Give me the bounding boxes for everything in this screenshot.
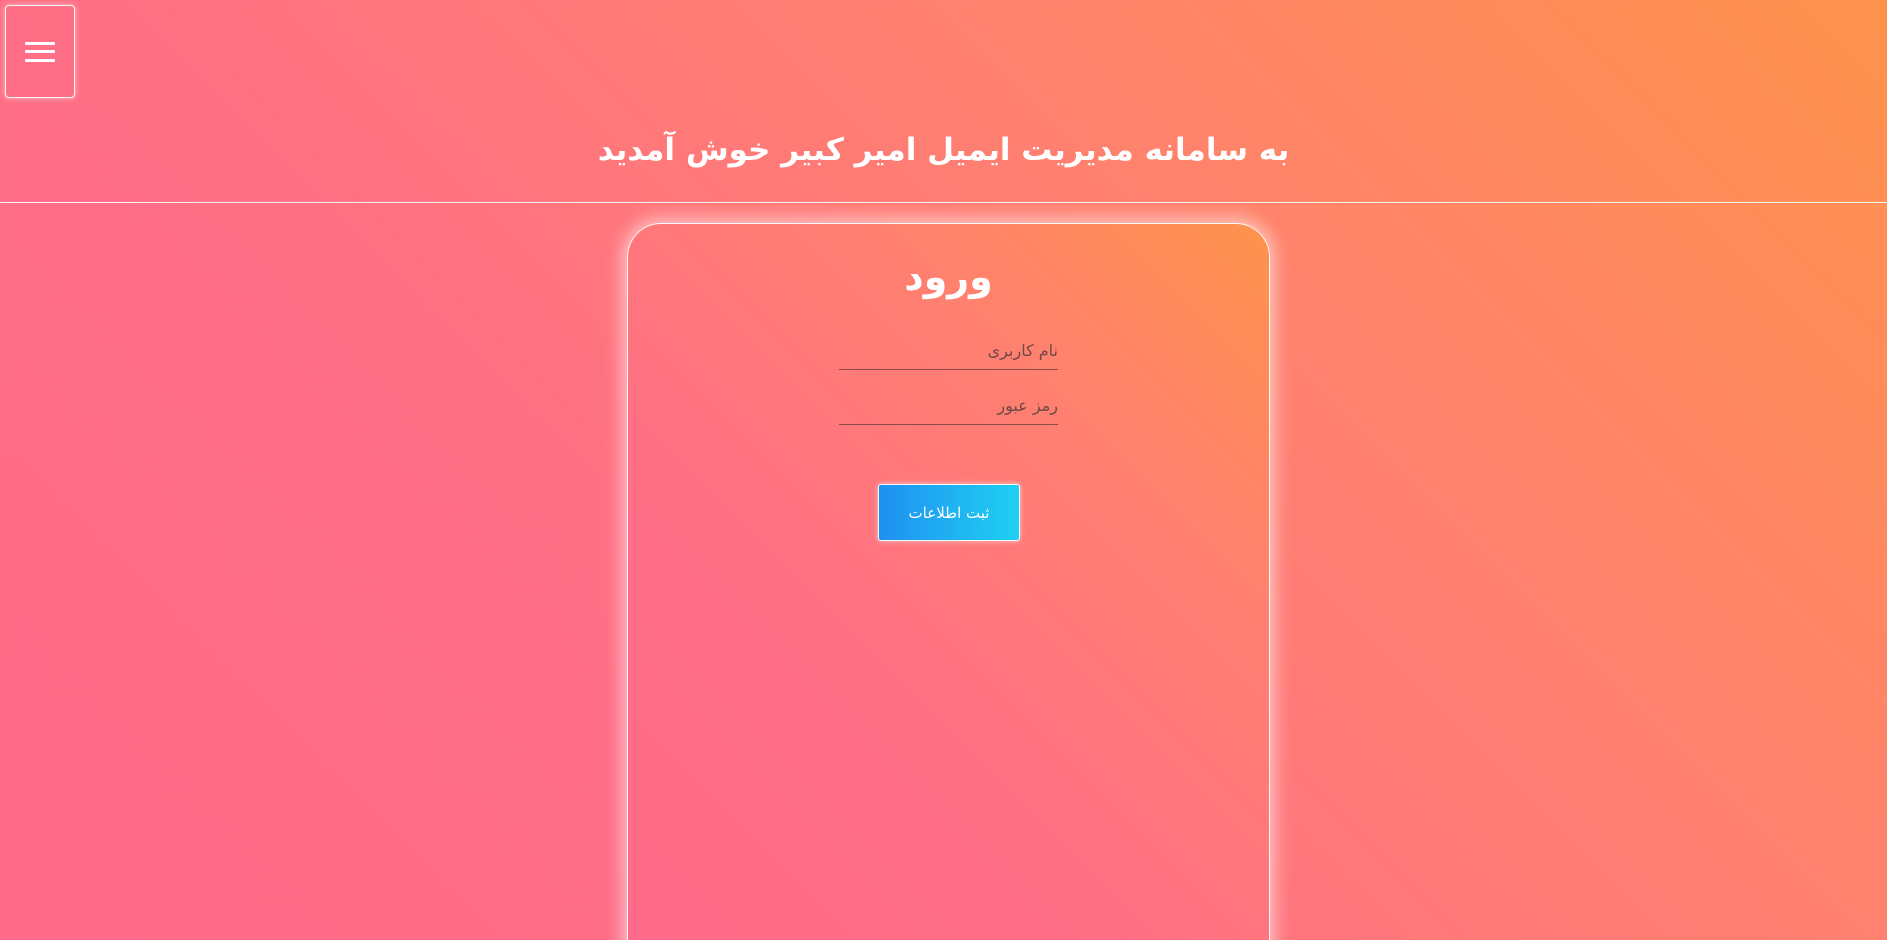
password-field[interactable] [839,391,1058,425]
username-field[interactable] [839,336,1058,370]
login-form: ثبت اطلاعات [628,224,1269,940]
page-title: به سامانه مدیریت ایمیل امیر کبیر خوش آمد… [597,132,1290,168]
submit-button[interactable]: ثبت اطلاعات [878,484,1020,541]
submit-button-label: ثبت اطلاعات [908,503,990,522]
hamburger-menu-icon [25,41,55,62]
header-divider [0,202,1887,203]
menu-button[interactable] [5,5,75,98]
login-card: ورود ثبت اطلاعات [627,223,1270,940]
